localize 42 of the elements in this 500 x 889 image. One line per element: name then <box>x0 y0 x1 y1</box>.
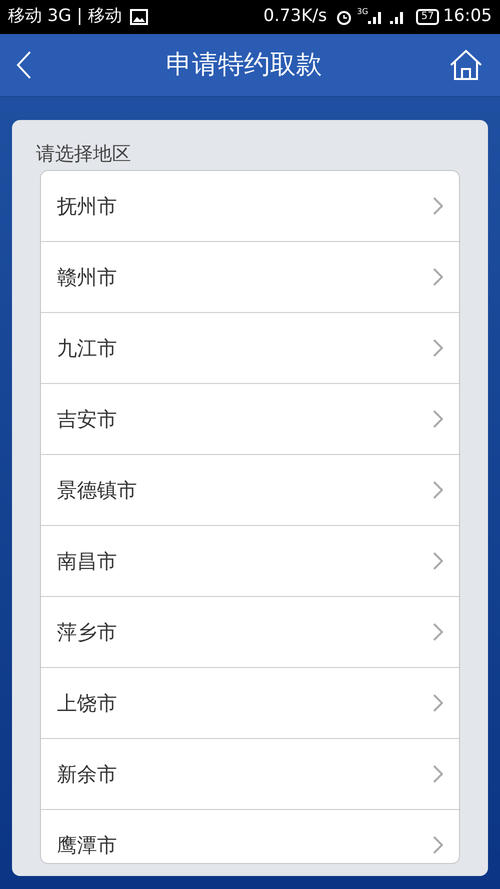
region-item[interactable]: 萍乡市 <box>41 597 459 668</box>
network-type: 3G <box>356 6 368 18</box>
signal-icon <box>368 10 382 24</box>
region-name: 抚州市 <box>57 193 117 220</box>
region-item[interactable]: 鹰潭市 <box>41 810 459 863</box>
home-icon <box>449 49 483 81</box>
back-icon <box>16 50 32 80</box>
region-name: 新余市 <box>57 761 117 788</box>
chevron-icon <box>433 481 443 499</box>
page-title: 申请特约取款 <box>165 48 323 82</box>
chevron-icon <box>433 694 443 712</box>
battery-level: 57 <box>416 9 439 25</box>
network-speed: 0.73K/s <box>263 5 327 28</box>
region-name: 鹰潭市 <box>57 832 117 859</box>
alarm-icon <box>334 8 353 26</box>
section-label: 请选择地区 <box>36 142 132 167</box>
region-item[interactable]: 抚州市 <box>41 171 459 242</box>
region-item[interactable]: 上饶市 <box>41 668 459 739</box>
chevron-icon <box>433 836 443 854</box>
region-name: 赣州市 <box>57 264 117 291</box>
chevron-icon <box>433 765 443 783</box>
region-name: 景德镇市 <box>57 477 137 504</box>
region-item[interactable]: 吉安市 <box>41 384 459 455</box>
region-name: 上饶市 <box>57 690 117 717</box>
chevron-icon <box>433 197 443 215</box>
chevron-icon <box>433 268 443 286</box>
chevron-icon <box>433 339 443 357</box>
region-item[interactable]: 九江市 <box>41 313 459 384</box>
clock: 16:05 <box>443 5 492 28</box>
carrier-text: 移动 3G | 移动 <box>8 5 122 28</box>
region-name: 吉安市 <box>57 406 117 433</box>
chevron-icon <box>433 410 443 428</box>
region-item[interactable]: 赣州市 <box>41 242 459 313</box>
image-icon <box>130 9 148 25</box>
region-item[interactable]: 景德镇市 <box>41 455 459 526</box>
region-name: 九江市 <box>57 335 117 362</box>
chevron-icon <box>433 623 443 641</box>
chevron-icon <box>433 552 443 570</box>
region-name: 南昌市 <box>57 548 117 575</box>
region-item[interactable]: 南昌市 <box>41 526 459 597</box>
region-name: 萍乡市 <box>57 619 117 646</box>
region-item[interactable]: 新余市 <box>41 739 459 810</box>
